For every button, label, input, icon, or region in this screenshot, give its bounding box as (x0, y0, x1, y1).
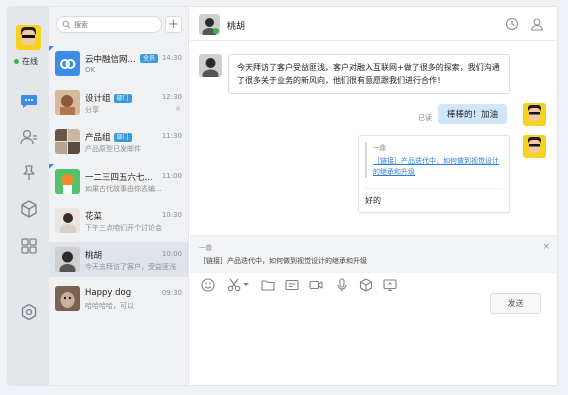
contact-avatar (55, 208, 80, 233)
conversation-preview: 分享 (85, 106, 99, 114)
online-status[interactable]: 在线 (14, 56, 38, 67)
conversation-preview: 哈哈哈哈，可以 (85, 302, 134, 310)
search-icon (62, 20, 71, 29)
reply-preview-bar: 一鼎 ［链接］产品迭代中，如何做到视觉设计的继承和升级 × (190, 235, 557, 273)
close-icon[interactable]: × (542, 242, 550, 252)
pinned-corner-marker (49, 164, 54, 169)
conversation-time: 11:30 (161, 132, 182, 140)
conversation-name: 花菜 (85, 212, 103, 222)
group-avatar (55, 90, 80, 115)
history-clock-icon[interactable] (505, 17, 519, 31)
contacts-icon[interactable] (19, 127, 39, 147)
group-badge: 部门 (113, 133, 132, 142)
chevron-down-icon[interactable] (242, 277, 250, 293)
conversation-name: Happy dog (85, 288, 132, 298)
conversation-list: + 云中融信网... 全员 14:30 OK 设计组部门 12:30 分享 ✕ (49, 7, 189, 385)
contact-avatar (55, 286, 80, 311)
conversation-name: 一二三四五六七... (85, 173, 153, 183)
search-input[interactable] (74, 20, 154, 29)
conversation-preview: 今天去拜访了客户，受益匪浅... (85, 263, 177, 271)
conversation-time: 09:30 (161, 289, 182, 297)
cloud-logo-icon (60, 59, 76, 69)
chat-icon[interactable] (19, 91, 39, 111)
quote-author: 一鼎 (373, 144, 386, 152)
conversation-time: 12:30 (161, 93, 182, 101)
pin-icon[interactable] (19, 163, 39, 183)
chat-contact-avatar[interactable] (199, 14, 220, 35)
card-icon[interactable] (284, 277, 300, 293)
conversation-name: 设计组 部门 (85, 92, 132, 104)
quoted-reply-card[interactable]: 一鼎 ［链接］产品迭代中，如何做到视觉设计的继承和升级 好的 (358, 135, 510, 213)
conversation-time: 14:30 (161, 54, 182, 62)
online-status-label: 在线 (22, 57, 38, 66)
cube-icon[interactable] (358, 277, 374, 293)
conversation-item[interactable]: 花菜 10:30 下午三点咱们开个讨论会 (49, 203, 188, 238)
video-icon[interactable] (308, 277, 324, 293)
search-box[interactable] (56, 16, 162, 33)
conversation-time: 10:30 (161, 211, 182, 219)
conversation-preview: OK (85, 66, 96, 74)
conversation-preview: 下午三点咱们开个讨论会 (85, 224, 162, 232)
chat-header: 桃胡 (190, 7, 557, 41)
group-avatar (55, 129, 80, 154)
new-chat-button[interactable]: + (165, 16, 182, 33)
group-badge: 部门 (113, 94, 132, 103)
app-window: 在线 + 云中 (7, 6, 558, 386)
settings-gear-icon[interactable] (19, 302, 39, 322)
conversation-preview: 如果古代故事由你去编... (85, 185, 162, 193)
my-message-avatar[interactable] (523, 103, 546, 126)
microphone-icon[interactable] (334, 277, 350, 293)
folder-icon[interactable] (260, 277, 276, 293)
emoji-icon[interactable] (200, 277, 216, 293)
contact-avatar (55, 169, 80, 194)
group-avatar (55, 51, 80, 76)
left-nav-rail: 在线 (8, 7, 49, 385)
sender-avatar[interactable] (199, 54, 222, 77)
screen-share-icon[interactable] (382, 277, 398, 293)
conversation-item[interactable]: Happy dog 09:30 哈哈哈哈，可以 (49, 281, 188, 316)
screenshot-scissors-icon[interactable] (226, 277, 242, 293)
chat-title: 桃胡 (227, 22, 246, 32)
online-dot-icon (14, 59, 19, 64)
conversation-time: 10:00 (161, 250, 182, 258)
conversation-preview: 产品原型已发邮件 (85, 145, 141, 153)
conversation-item[interactable]: 产品组 部门 11:30 产品原型已发邮件 (49, 124, 188, 159)
my-avatar[interactable] (16, 25, 41, 50)
conversation-time: 11:00 (161, 172, 182, 180)
apps-grid-icon[interactable] (19, 236, 39, 256)
group-badge: 全员 (140, 54, 159, 63)
quote-block: 一鼎 ［链接］产品迭代中，如何做到视觉设计的继承和升级 (365, 142, 503, 178)
reply-preview-author: 一鼎 (199, 244, 212, 252)
outgoing-message-bubble[interactable]: 棒棒的！加油 (438, 104, 508, 124)
reply-preview-text: ［链接］产品迭代中，如何做到视觉设计的继承和升级 (199, 257, 367, 265)
conversation-name: 云中融信网... (85, 55, 136, 65)
conversation-item[interactable]: 一二三四五六七... 11:00 如果古代故事由你去编... (49, 164, 188, 199)
quote-link[interactable]: ［链接］产品迭代中，如何做到视觉设计的继承和升级 (373, 156, 503, 178)
contact-avatar (55, 247, 80, 272)
conversation-name: 桃胡 (85, 251, 103, 261)
mute-icon: ✕ (175, 105, 181, 113)
conversation-item-active[interactable]: 桃胡 10:00 今天去拜访了客户，受益匪浅... (49, 242, 188, 277)
reply-text: 好的 (365, 188, 503, 206)
cube-icon[interactable] (19, 199, 39, 219)
chat-pane: 桃胡 今天拜访了客户受益匪浅，客户对融入互联网+做了很多的探索，我们沟通了很多关… (190, 7, 557, 385)
conversation-name: 产品组 部门 (85, 131, 132, 143)
incoming-message-bubble[interactable]: 今天拜访了客户受益匪浅，客户对融入互联网+做了很多的探索，我们沟通了很多关于业务… (228, 54, 510, 94)
pinned-corner-marker (49, 46, 54, 51)
send-button[interactable]: 发送 (490, 293, 541, 314)
conversation-item[interactable]: 设计组 部门 12:30 分享 ✕ (49, 85, 188, 120)
my-message-avatar[interactable] (523, 135, 546, 158)
profile-icon[interactable] (530, 17, 544, 31)
conversation-item[interactable]: 云中融信网... 全员 14:30 OK (49, 46, 188, 81)
read-receipt: 已读 (418, 114, 432, 122)
